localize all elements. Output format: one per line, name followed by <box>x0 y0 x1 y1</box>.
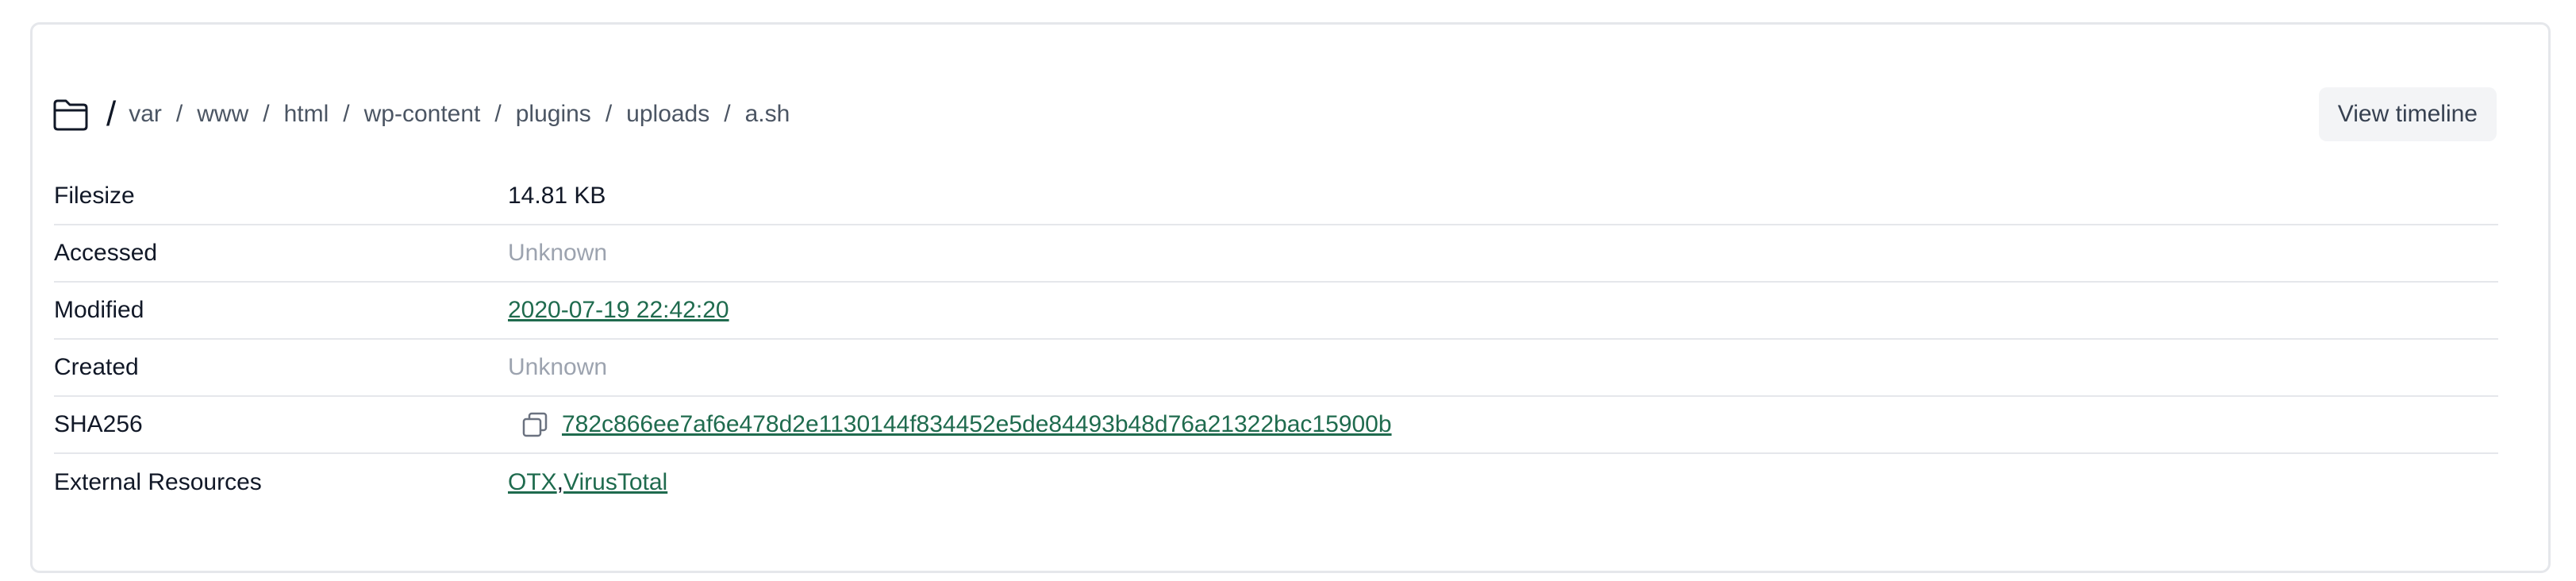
view-timeline-button[interactable]: View timeline <box>2318 87 2497 141</box>
folder-icon <box>52 98 89 131</box>
accessed-value: Unknown <box>508 240 608 266</box>
sha256-label: SHA256 <box>54 411 143 437</box>
breadcrumb-item-uploads[interactable]: uploads <box>626 101 709 128</box>
detail-row-external-resources: External Resources OTX , VirusTotal <box>54 454 2498 511</box>
modified-label: Modified <box>54 297 144 323</box>
otx-link[interactable]: OTX <box>508 469 557 496</box>
detail-row-filesize: Filesize 14.81 KB <box>54 168 2498 225</box>
detail-row-modified: Modified 2020-07-19 22:42:20 <box>54 283 2498 340</box>
breadcrumb-separator: / <box>494 101 502 127</box>
filesize-value: 14.81 KB <box>508 183 606 209</box>
copy-icon[interactable] <box>521 410 549 439</box>
detail-row-accessed: Accessed Unknown <box>54 225 2498 283</box>
modified-value-link[interactable]: 2020-07-19 22:42:20 <box>508 297 729 324</box>
accessed-label: Accessed <box>54 240 158 266</box>
breadcrumb-item-plugins[interactable]: plugins <box>516 101 591 128</box>
breadcrumb-item-file: a.sh <box>744 101 790 127</box>
breadcrumb-item-html[interactable]: html <box>284 101 329 128</box>
breadcrumb-separator: / <box>175 101 183 127</box>
created-label: Created <box>54 354 139 380</box>
external-resources-links: OTX , VirusTotal <box>508 469 667 496</box>
breadcrumb-item-www[interactable]: www <box>197 101 248 128</box>
breadcrumb-item-wp-content[interactable]: wp-content <box>364 101 481 128</box>
sha256-hash-link[interactable]: 782c866ee7af6e478d2e1130144f834452e5de84… <box>562 411 1392 438</box>
breadcrumb-item-var[interactable]: var <box>129 101 162 128</box>
breadcrumb-root[interactable]: / <box>106 94 116 134</box>
breadcrumb-separator: / <box>605 101 613 127</box>
breadcrumb: / var / www / html / wp-content / plugin… <box>52 94 790 134</box>
filesize-label: Filesize <box>54 183 135 209</box>
breadcrumb-separator: / <box>343 101 350 127</box>
virustotal-link[interactable]: VirusTotal <box>563 469 667 496</box>
external-resources-label: External Resources <box>54 469 262 495</box>
breadcrumb-separator: / <box>263 101 270 127</box>
breadcrumb-separator: / <box>724 101 731 127</box>
detail-row-created: Created Unknown <box>54 340 2498 397</box>
created-value: Unknown <box>508 354 608 380</box>
detail-row-sha256: SHA256 782c866ee7af6e478d2e1130144f83445… <box>54 397 2498 454</box>
file-details-table: Filesize 14.81 KB Accessed Unknown Modif… <box>54 168 2498 511</box>
link-separator: , <box>556 469 564 495</box>
file-header: / var / www / html / wp-content / plugin… <box>52 87 2497 141</box>
sha256-value-group: 782c866ee7af6e478d2e1130144f834452e5de84… <box>508 410 1392 439</box>
